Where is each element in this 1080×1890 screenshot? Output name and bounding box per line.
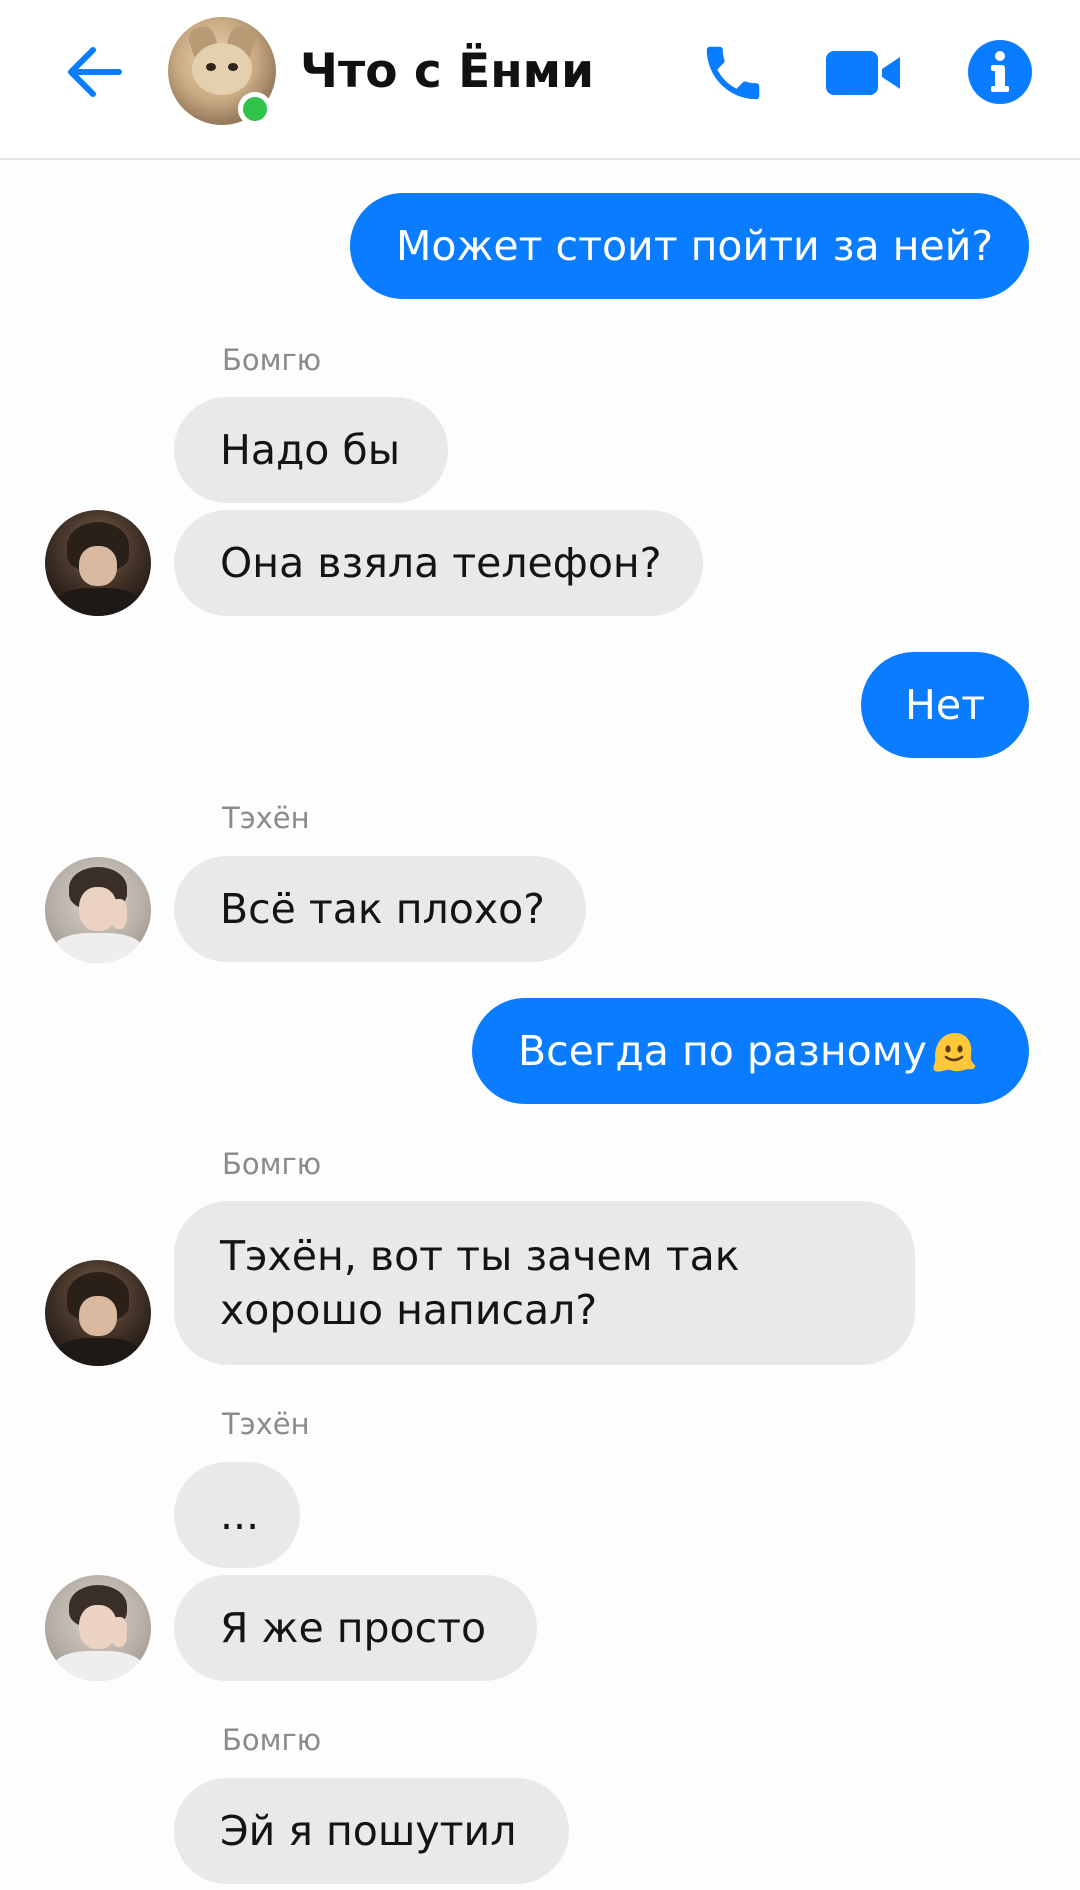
avatar-body bbox=[55, 1338, 141, 1366]
sender-name: Тэхён bbox=[222, 1407, 310, 1441]
avatar-body bbox=[55, 588, 141, 616]
message-text: Нет bbox=[905, 681, 985, 729]
back-button[interactable] bbox=[58, 36, 130, 108]
sender-name: Бомгю bbox=[222, 1723, 322, 1757]
back-arrow-icon bbox=[68, 47, 122, 97]
message-text: Может стоит пойти за ней? bbox=[396, 222, 994, 270]
sender-name: Бомгю bbox=[222, 343, 322, 377]
online-status-dot bbox=[238, 92, 272, 126]
outgoing-message[interactable]: Может стоит пойти за ней? bbox=[350, 193, 1029, 299]
outgoing-message[interactable]: Нет bbox=[861, 652, 1029, 758]
incoming-message[interactable]: Всё так плохо? bbox=[174, 856, 586, 962]
incoming-message[interactable]: Тэхён, вот ты зачем так хорошо написал? bbox=[174, 1201, 915, 1365]
chat-header: Что с Ёнми bbox=[0, 0, 1080, 160]
incoming-message[interactable]: Надо бы bbox=[174, 397, 448, 503]
phone-icon bbox=[706, 46, 760, 100]
sender-avatar-taehyun[interactable] bbox=[45, 857, 151, 963]
avatar-eye bbox=[228, 63, 238, 71]
sender-name: Бомгю bbox=[222, 1147, 322, 1181]
voice-call-button[interactable] bbox=[698, 38, 768, 108]
avatar-eye bbox=[206, 63, 216, 71]
chat-title[interactable]: Что с Ёнми bbox=[300, 44, 594, 100]
message-text: Эй я пошутил bbox=[220, 1807, 517, 1855]
avatar-body bbox=[53, 1651, 143, 1681]
sender-avatar-taehyun[interactable] bbox=[45, 1575, 151, 1681]
message-text: Я же просто bbox=[220, 1604, 487, 1652]
melting-face-emoji bbox=[933, 1033, 976, 1072]
message-text: Всё так плохо? bbox=[220, 885, 545, 933]
sender-avatar-bomgyu[interactable] bbox=[45, 510, 151, 616]
info-button[interactable] bbox=[964, 36, 1036, 108]
info-icon bbox=[968, 40, 1032, 104]
sender-avatar-bomgyu[interactable] bbox=[45, 1260, 151, 1366]
outgoing-message[interactable]: Всегда по разному bbox=[472, 998, 1029, 1104]
message-text: ... bbox=[220, 1491, 260, 1539]
avatar-body bbox=[53, 933, 143, 963]
message-text: Надо бы bbox=[220, 426, 401, 474]
message-text: Тэхён, вот ты зачем так хорошо написал? bbox=[220, 1232, 740, 1334]
incoming-message[interactable]: Она взяла телефон? bbox=[174, 510, 703, 616]
avatar-face bbox=[192, 43, 252, 95]
video-call-button[interactable] bbox=[824, 38, 902, 108]
incoming-message[interactable]: Я же просто bbox=[174, 1575, 537, 1681]
avatar-hand bbox=[111, 899, 127, 929]
sender-name: Тэхён bbox=[222, 801, 310, 835]
incoming-message[interactable]: Эй я пошутил bbox=[174, 1778, 569, 1884]
message-text: Она взяла телефон? bbox=[220, 539, 662, 587]
video-camera-icon bbox=[826, 51, 900, 95]
avatar-face bbox=[79, 546, 117, 586]
incoming-message[interactable]: ... bbox=[174, 1462, 300, 1568]
message-text: Всегда по разному bbox=[518, 1027, 927, 1075]
message-list[interactable]: Может стоит пойти за ней? Бомгю Надо бы … bbox=[0, 160, 1080, 1890]
avatar-face bbox=[79, 1296, 117, 1336]
avatar-hand bbox=[111, 1617, 127, 1647]
